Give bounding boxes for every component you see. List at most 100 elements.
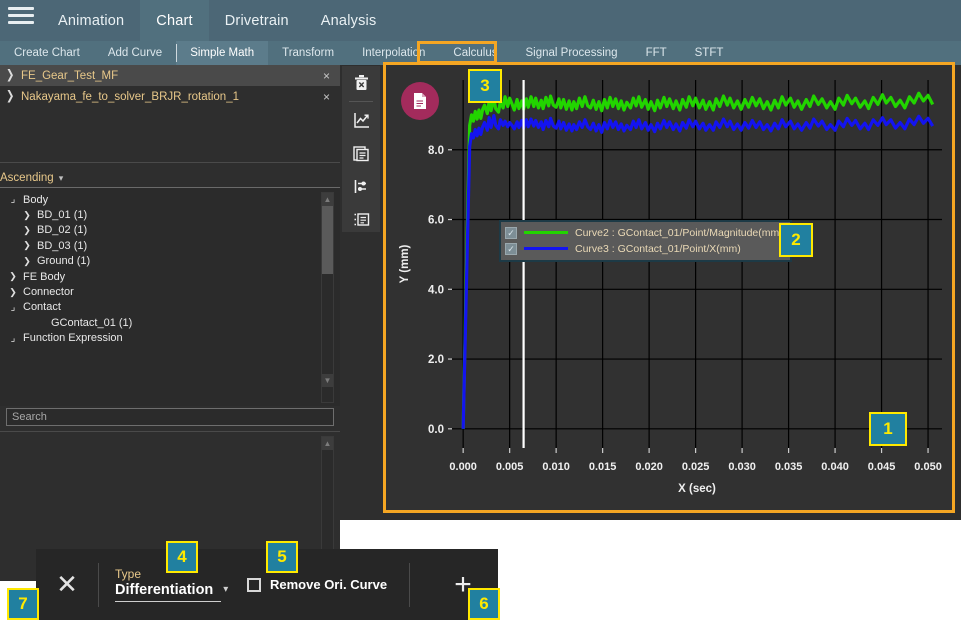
scroll-down-button[interactable]: ▼	[322, 374, 333, 387]
delete-chart-icon[interactable]	[342, 66, 380, 99]
x-axis-tick-label: 0.025	[682, 461, 710, 473]
chart-properties-icon[interactable]	[342, 104, 380, 137]
chevron-expanded-icon[interactable]: ⌟	[8, 302, 18, 313]
chevron-right-icon[interactable]: ❯	[22, 225, 32, 236]
copy-page-icon[interactable]	[342, 137, 380, 170]
tree-item-connector[interactable]: ❯ Connector	[8, 284, 340, 299]
chevron-right-icon[interactable]: ❯	[22, 256, 32, 267]
chevron-right-icon[interactable]: ❯	[22, 240, 32, 251]
calculus-tab-highlight	[417, 41, 497, 64]
remove-original-curve-checkbox[interactable]: Remove Ori. Curve	[247, 577, 387, 592]
x-axis-tick-label: 0.015	[589, 461, 617, 473]
plot-background	[452, 80, 942, 448]
tree-item-contact[interactable]: ⌟ Contact	[8, 300, 340, 315]
tree-item-gcontact-01-1[interactable]: GContact_01 (1)	[8, 315, 340, 330]
tree-item-label: FE Body	[23, 271, 65, 283]
menu-tab-strip: AnimationChartDrivetrainAnalysis	[42, 0, 392, 41]
sub-tab-transform[interactable]: Transform	[268, 41, 348, 65]
tree-scrollbar[interactable]: ▲ ▼	[321, 192, 334, 403]
menu-tab-animation[interactable]: Animation	[42, 0, 140, 41]
y-axis-tick-label: 2.0	[428, 354, 444, 366]
tree-item-ground-1[interactable]: ❯ Ground (1)	[8, 254, 340, 269]
axis-settings-icon[interactable]	[342, 170, 380, 203]
legend-label-curve2: Curve2 : GContact_01/Point/Magnitude(mm)	[575, 227, 783, 239]
annotation-badge-1: 1	[869, 412, 907, 446]
close-icon[interactable]: ×	[319, 90, 334, 104]
tree-item-bd-01-1[interactable]: ❯ BD_01 (1)	[8, 207, 340, 222]
search-input[interactable]: Search	[6, 408, 334, 426]
y-axis-tick-label: 0.0	[428, 424, 444, 436]
model-list-item[interactable]: ❯ FE_Gear_Test_MF ×	[0, 65, 340, 86]
tree-item-fe-body[interactable]: ❯ FE Body	[8, 269, 340, 284]
chevron-expanded-icon[interactable]: ⌟	[8, 333, 18, 344]
tree-item-bd-03-1[interactable]: ❯BD_03 (1)	[8, 238, 340, 253]
tree-item-label: BD_01 (1)	[37, 209, 87, 221]
entity-tree[interactable]: ⌟Body❯BD_01 (1)❯BD_02 (1)❯BD_03 (1)❯Grou…	[0, 187, 340, 406]
sub-tab-create-chart[interactable]: Create Chart	[0, 41, 94, 65]
y-axis-tick-label: 4.0	[428, 284, 444, 296]
menu-tab-analysis[interactable]: Analysis	[305, 0, 393, 41]
chevron-right-icon[interactable]: ❯	[22, 210, 32, 221]
plot-area[interactable]: 0.02.04.06.08.00.0000.0050.0100.0150.020…	[386, 65, 952, 510]
legend-label-curve3: Curve3 : GContact_01/Point/X(mm)	[575, 243, 741, 255]
x-axis-tick-label: 0.050	[914, 461, 942, 473]
legend-checkbox[interactable]: ✓	[505, 243, 517, 255]
chevron-right-icon[interactable]: ❯	[8, 271, 18, 282]
chevron-right-icon[interactable]: ❯	[8, 287, 18, 298]
tree-item-label: Function Expression	[23, 332, 123, 344]
legend-item[interactable]: ✓ Curve3 : GContact_01/Point/X(mm)	[505, 241, 783, 256]
checkbox-label: Remove Ori. Curve	[270, 577, 387, 592]
search-placeholder: Search	[12, 411, 47, 423]
sort-order-label: Ascending	[0, 172, 54, 184]
type-selector-group: Type Differentiation ▾	[99, 567, 221, 602]
close-icon[interactable]: ×	[319, 69, 334, 83]
chart-toolbar	[342, 66, 380, 232]
annotation-badge-6: 6	[468, 588, 500, 620]
x-axis-tick-label: 0.030	[728, 461, 756, 473]
type-dropdown[interactable]: Differentiation ▾	[115, 582, 221, 602]
tree-item-label: Ground (1)	[37, 255, 90, 267]
legend-color-swatch-curve2	[524, 231, 568, 234]
tree-body: ⌟Body❯BD_01 (1)❯BD_02 (1)❯BD_03 (1)❯Grou…	[0, 188, 340, 346]
model-name: Nakayama_fe_to_solver_BRJR_rotation_1	[21, 91, 313, 103]
scroll-up-button[interactable]: ▲	[322, 193, 333, 206]
chevron-down-icon[interactable]: ▾	[59, 173, 64, 184]
left-panel: ❯ FE_Gear_Test_MF × ❯ Nakayama_fe_to_solver_…	[0, 65, 340, 520]
menu-tab-chart[interactable]: Chart	[140, 0, 208, 41]
x-axis-tick-label: 0.000	[449, 461, 477, 473]
document-badge-icon[interactable]	[401, 82, 439, 120]
model-list-item[interactable]: ❯ Nakayama_fe_to_solver_BRJR_rotation_1 ×	[0, 86, 340, 107]
curve-list-icon[interactable]	[342, 203, 380, 236]
chart-legend[interactable]: ✓ Curve2 : GContact_01/Point/Magnitude(m…	[499, 220, 792, 262]
chevron-right-icon[interactable]: ❯	[6, 69, 15, 83]
chevron-down-icon[interactable]: ▾	[223, 584, 228, 598]
tree-item-label: Connector	[23, 286, 74, 298]
plot-svg[interactable]: 0.02.04.06.08.00.0000.0050.0100.0150.020…	[386, 65, 952, 510]
main-menu-bar: AnimationChartDrivetrainAnalysis	[0, 0, 961, 41]
toolbar-divider	[409, 563, 410, 607]
hamburger-menu-icon[interactable]	[0, 0, 42, 41]
menu-tab-drivetrain[interactable]: Drivetrain	[209, 0, 305, 41]
legend-item[interactable]: ✓ Curve2 : GContact_01/Point/Magnitude(m…	[505, 225, 783, 240]
close-button[interactable]: ✕	[36, 549, 98, 620]
tree-item-label: Contact	[23, 301, 61, 313]
x-axis-tick-label: 0.020	[635, 461, 663, 473]
tree-item-bd-02-1[interactable]: ❯BD_02 (1)	[8, 223, 340, 238]
sort-order-control[interactable]: Ascending ▾	[0, 169, 340, 187]
sub-tab-add-curve[interactable]: Add Curve	[94, 41, 176, 65]
scrollbar-thumb[interactable]	[322, 206, 333, 274]
model-name: FE_Gear_Test_MF	[21, 70, 313, 82]
annotation-badge-5: 5	[266, 541, 298, 573]
sub-tab-simple-math[interactable]: Simple Math	[176, 41, 268, 65]
tree-item-body[interactable]: ⌟Body	[8, 192, 340, 207]
chevron-right-icon[interactable]: ❯	[6, 90, 15, 104]
legend-color-swatch-curve3	[524, 247, 568, 250]
scroll-up-button[interactable]: ▲	[322, 437, 333, 450]
y-axis-tick-label: 8.0	[428, 145, 444, 157]
tree-item-function-expression[interactable]: ⌟ Function Expression	[8, 331, 340, 346]
tree-item-label: GContact_01 (1)	[51, 317, 132, 329]
chevron-expanded-icon[interactable]: ⌟	[8, 194, 18, 205]
model-list: ❯ FE_Gear_Test_MF × ❯ Nakayama_fe_to_solver_…	[0, 65, 340, 163]
legend-checkbox[interactable]: ✓	[505, 227, 517, 239]
checkbox-box[interactable]	[247, 578, 261, 592]
